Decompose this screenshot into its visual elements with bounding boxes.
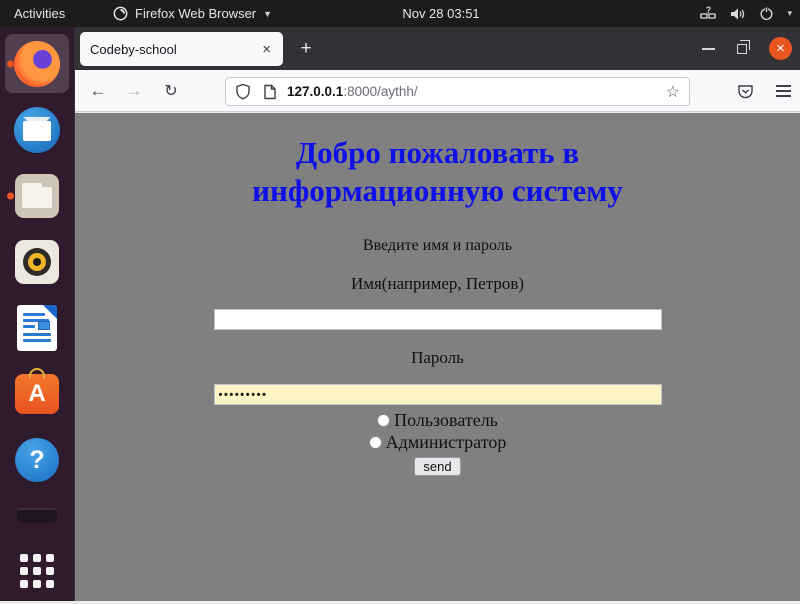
dock-item-libreoffice-writer[interactable]: [5, 298, 69, 357]
pocket-icon: [737, 83, 754, 100]
power-icon: [759, 6, 774, 21]
dock-item-thunderbird[interactable]: [5, 100, 69, 159]
tray-caret-icon: ▾: [787, 8, 792, 19]
radio-admin-label: Администратор: [386, 432, 507, 453]
url-domain: 127.0.0.1: [287, 84, 343, 99]
shield-permissions-icon[interactable]: [235, 83, 251, 100]
ubuntu-software-icon: A: [15, 374, 59, 414]
system-tray[interactable]: ? ▾: [700, 0, 792, 27]
app-menu-label: Firefox Web Browser: [135, 6, 256, 21]
running-indicator: [7, 60, 14, 67]
running-indicator: [7, 192, 14, 199]
app-grid-icon: [18, 552, 56, 590]
url-text[interactable]: 127.0.0.1:8000/aythh/: [287, 84, 660, 99]
network-status-icon: ?: [700, 6, 717, 21]
dock-item-firefox[interactable]: [5, 34, 69, 93]
volume-icon: [730, 7, 746, 21]
app-menu[interactable]: Firefox Web Browser ▼: [113, 0, 272, 27]
page-title: Добро пожаловать в информационную систем…: [75, 134, 800, 210]
password-label: Пароль: [75, 348, 800, 368]
dock-item-ubuntu-software[interactable]: A: [5, 365, 69, 424]
thunderbird-icon: [14, 107, 60, 153]
radio-admin[interactable]: [369, 436, 382, 449]
minimize-button[interactable]: [702, 48, 715, 50]
dock-item-files[interactable]: [5, 166, 69, 225]
new-tab-button[interactable]: +: [292, 36, 320, 62]
page-content: Добро пожаловать в информационную систем…: [75, 113, 800, 601]
rhythmbox-icon: [15, 240, 59, 284]
role-option-admin[interactable]: Администратор: [75, 432, 800, 453]
activities-button[interactable]: Activities: [14, 0, 65, 27]
tab-title: Codeby-school: [90, 42, 260, 57]
firefox-icon: [14, 41, 60, 87]
role-option-user[interactable]: Пользователь: [75, 410, 800, 431]
dock-item-show-applications[interactable]: [5, 542, 69, 601]
restore-button[interactable]: [737, 44, 747, 54]
files-icon: [15, 174, 59, 218]
window-controls: ×: [702, 27, 792, 70]
hamburger-menu-button[interactable]: [768, 70, 798, 112]
url-bar[interactable]: 127.0.0.1:8000/aythh/ ☆: [225, 77, 690, 106]
forward-button[interactable]: →: [119, 70, 149, 112]
hamburger-icon: [776, 85, 791, 87]
radio-user[interactable]: [377, 414, 390, 427]
dock-item-help[interactable]: ?: [5, 431, 69, 490]
radio-user-label: Пользователь: [394, 410, 498, 431]
page-info-icon[interactable]: [263, 84, 277, 100]
name-input[interactable]: [214, 309, 662, 330]
dock-item-trash[interactable]: [5, 497, 69, 535]
back-button[interactable]: ←: [83, 70, 113, 112]
url-path: :8000/aythh/: [343, 84, 417, 99]
reload-button[interactable]: ↻: [156, 70, 186, 112]
help-icon: ?: [15, 438, 59, 482]
firefox-window: Codeby-school × + × ← → ↻ 127.0.0.1:8000…: [75, 27, 800, 601]
tab-close-icon[interactable]: ×: [260, 41, 273, 58]
bookmark-star-icon[interactable]: ☆: [666, 82, 680, 102]
dock: A ?: [0, 27, 75, 601]
send-button[interactable]: send: [414, 457, 460, 476]
app-menu-caret-icon: ▼: [263, 9, 272, 19]
intro-text: Введите имя и пароль: [75, 237, 800, 255]
libreoffice-writer-icon: [17, 305, 57, 351]
tab-codeby-school[interactable]: Codeby-school ×: [80, 32, 283, 66]
pocket-button[interactable]: [730, 70, 760, 112]
tab-bar: Codeby-school × + ×: [75, 27, 800, 70]
firefox-symbolic-icon: [113, 6, 128, 21]
navigation-toolbar: ← → ↻ 127.0.0.1:8000/aythh/ ☆: [75, 70, 800, 112]
name-label: Имя(например, Петров): [75, 274, 800, 294]
close-button[interactable]: ×: [769, 37, 792, 60]
system-top-bar: Activities Firefox Web Browser ▼ Nov 28 …: [0, 0, 800, 27]
clock[interactable]: Nov 28 03:51: [402, 0, 479, 27]
dock-item-rhythmbox[interactable]: [5, 232, 69, 291]
trash-icon: [17, 508, 57, 523]
password-input[interactable]: [214, 384, 662, 405]
svg-text:?: ?: [706, 6, 712, 15]
